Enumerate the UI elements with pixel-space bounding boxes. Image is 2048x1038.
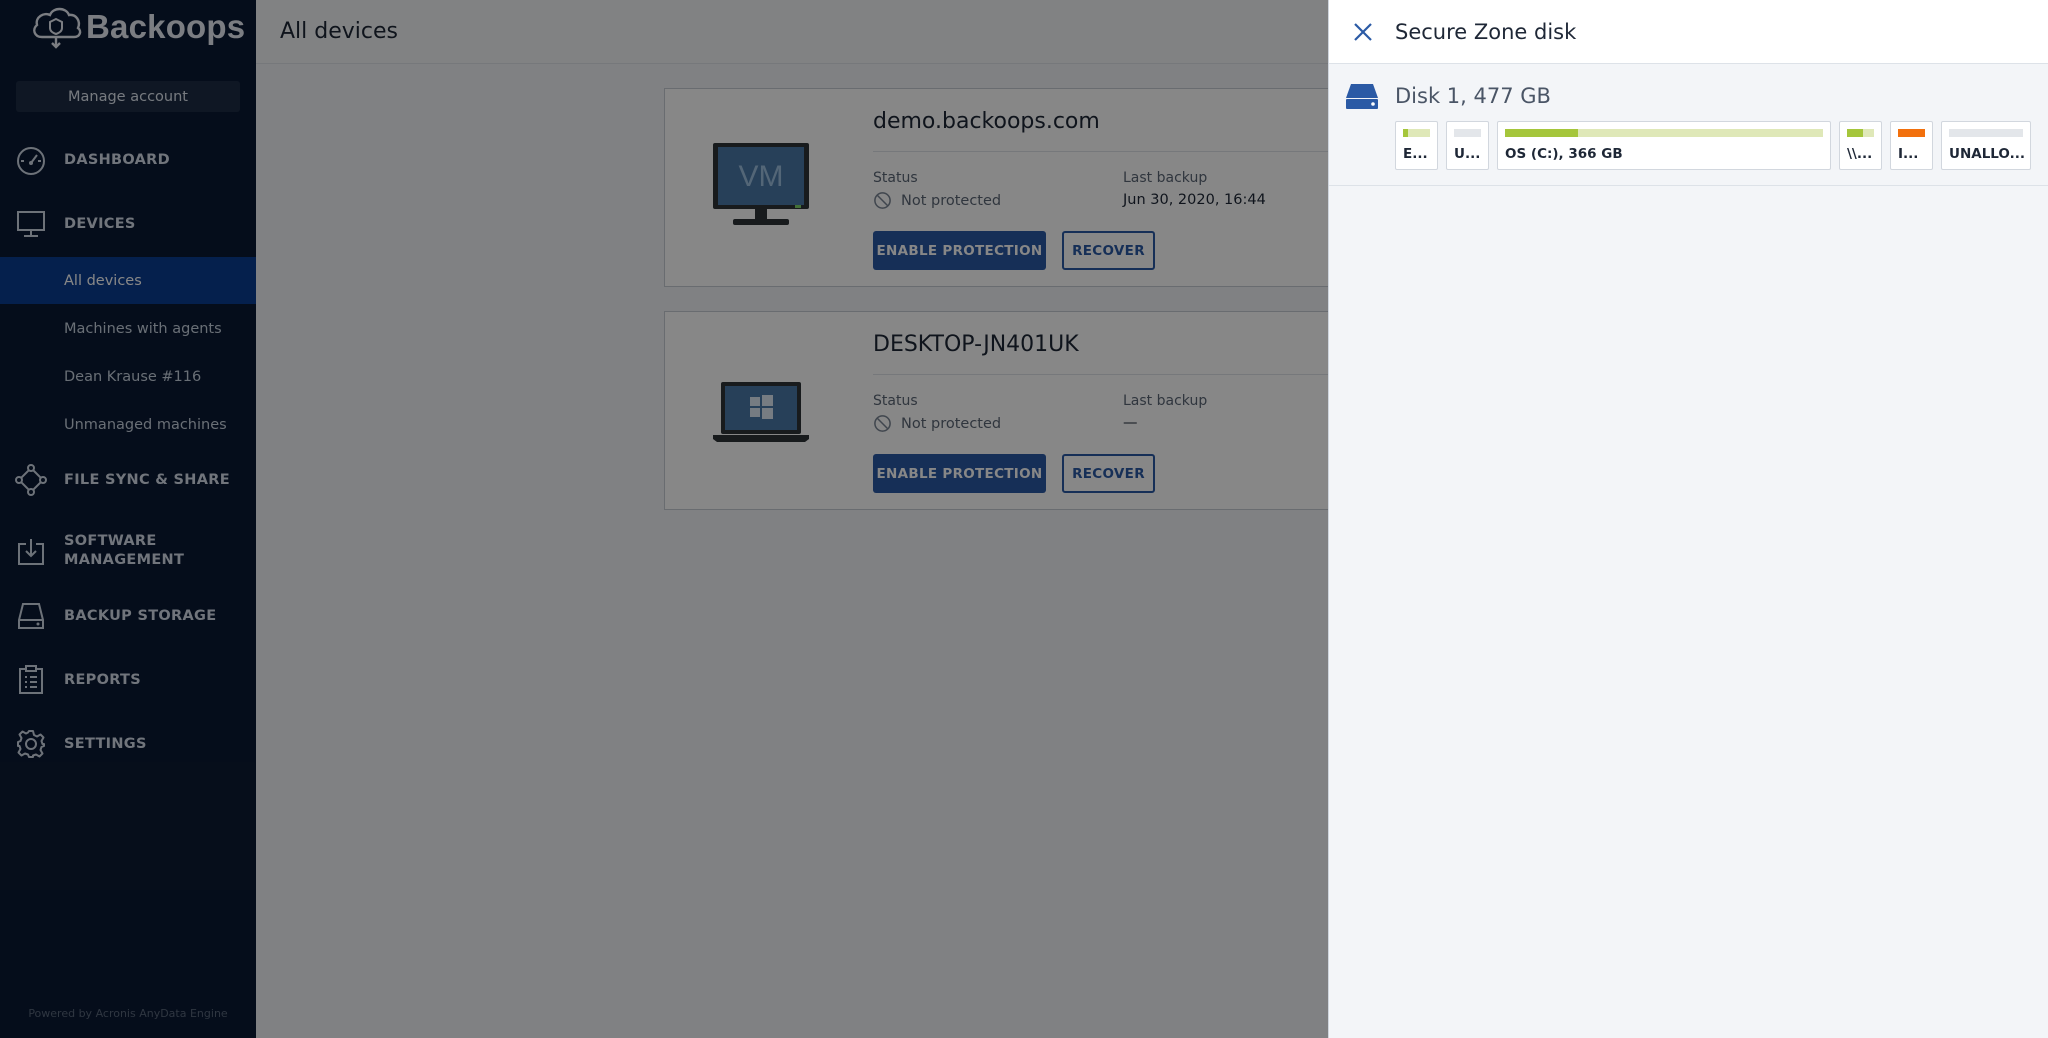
panel-divider: [1329, 185, 2048, 186]
partition-label: E...: [1403, 146, 1428, 162]
panel-title: Secure Zone disk: [1395, 20, 1577, 44]
modal-backdrop[interactable]: [0, 0, 1328, 1038]
partition-usage-bar: [1898, 129, 1925, 137]
partition-usage-bar: [1454, 129, 1481, 137]
partition[interactable]: OS (C:), 366 GB: [1497, 121, 1831, 170]
close-button[interactable]: [1349, 18, 1377, 46]
partition-usage-bar: [1847, 129, 1874, 137]
panel-header: Secure Zone disk: [1329, 0, 2048, 64]
partition-usage-fill: [1847, 129, 1864, 137]
partition-map: E... U... OS (C:), 366 GB \\... I... UNA…: [1395, 121, 2048, 170]
partition-usage-fill: [1505, 129, 1579, 137]
partition[interactable]: I...: [1890, 121, 1933, 170]
close-icon: [1354, 23, 1372, 41]
partition-label: I...: [1898, 146, 1919, 162]
partition-usage-bar: [1949, 129, 2023, 137]
partition-label: OS (C:), 366 GB: [1505, 146, 1623, 162]
partition[interactable]: U...: [1446, 121, 1489, 170]
partition[interactable]: E...: [1395, 121, 1438, 170]
hard-disk-icon: [1346, 84, 1378, 109]
partition-label: UNALLO...: [1949, 146, 2025, 162]
partition-label: U...: [1454, 146, 1481, 162]
partition-usage-bar: [1403, 129, 1430, 137]
partition-usage-fill: [1403, 129, 1409, 137]
disk-title: Disk 1, 477 GB: [1395, 84, 1551, 108]
partition-label: \\...: [1847, 146, 1873, 162]
partition-usage-bar: [1505, 129, 1823, 137]
partition[interactable]: UNALLO...: [1941, 121, 2031, 170]
secure-zone-panel: Secure Zone disk Disk 1, 477 GB E... U..…: [1328, 0, 2048, 1038]
partition[interactable]: \\...: [1839, 121, 1882, 170]
partition-usage-fill: [1898, 129, 1925, 137]
